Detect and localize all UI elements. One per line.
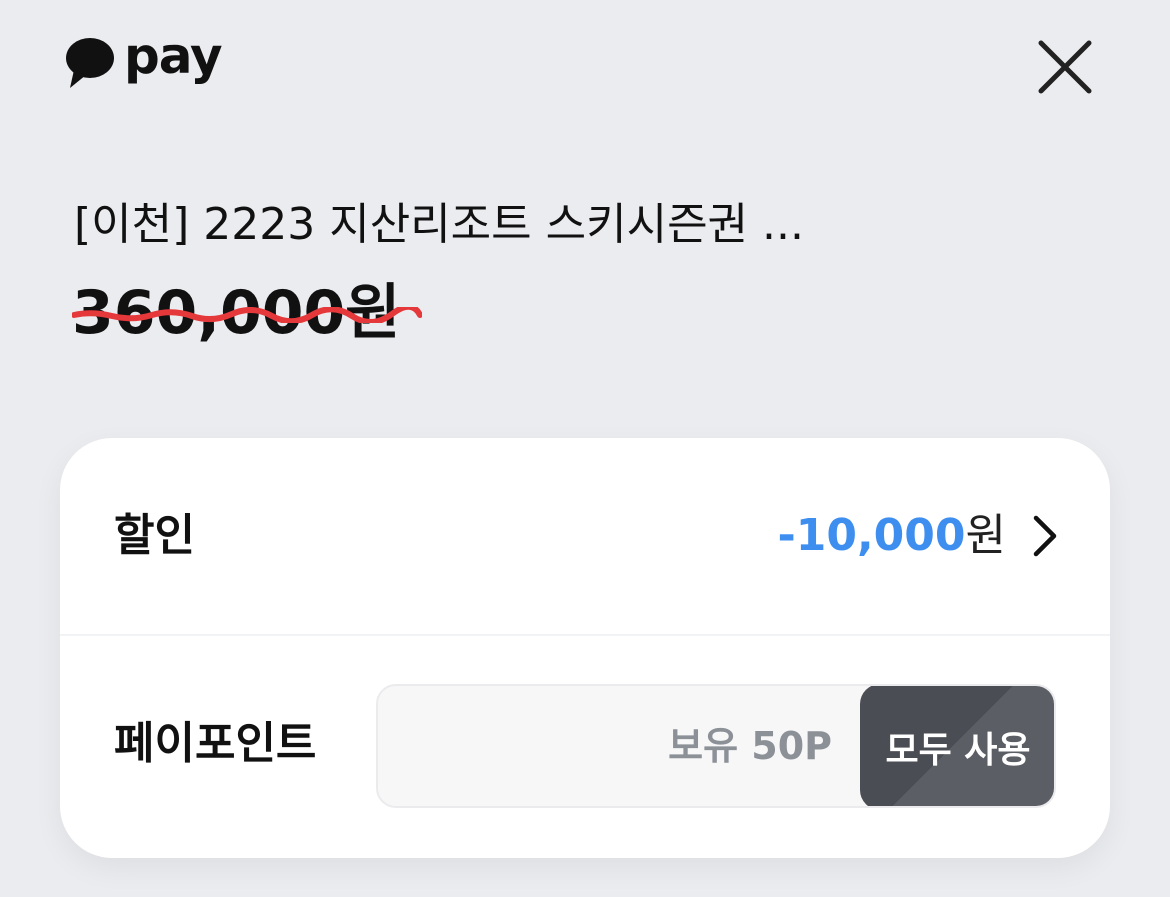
kakaopay-logo: pay (64, 28, 223, 90)
price-strikethrough (72, 307, 422, 323)
kakaopay-checkout-sheet: pay [이천] 2223 지산리조트 스키시즌권 ... 360,000원 할… (0, 0, 1170, 897)
payment-options-card: 할인 -10,000원 페이포인트 모두 사용 (60, 438, 1110, 858)
speech-bubble-icon (66, 38, 114, 88)
discount-unit: 원 (965, 510, 1006, 561)
points-field: 모두 사용 (376, 684, 1056, 808)
pay-points-row: 페이포인트 모두 사용 (60, 636, 1110, 858)
product-title: [이천] 2223 지산리조트 스키시즌권 ... (74, 199, 804, 250)
chevron-right-icon (1033, 515, 1057, 557)
discount-row[interactable]: 할인 -10,000원 (60, 438, 1110, 634)
close-icon (1038, 40, 1092, 94)
points-input[interactable] (378, 686, 864, 806)
discount-value: -10,000원 (777, 506, 1006, 566)
discount-amount: -10,000 (777, 510, 966, 561)
logo-text: pay (124, 27, 223, 85)
pay-points-label: 페이포인트 (114, 718, 317, 769)
close-button[interactable] (1030, 32, 1100, 102)
use-all-button[interactable]: 모두 사용 (860, 686, 1054, 806)
discount-label: 할인 (114, 510, 195, 561)
